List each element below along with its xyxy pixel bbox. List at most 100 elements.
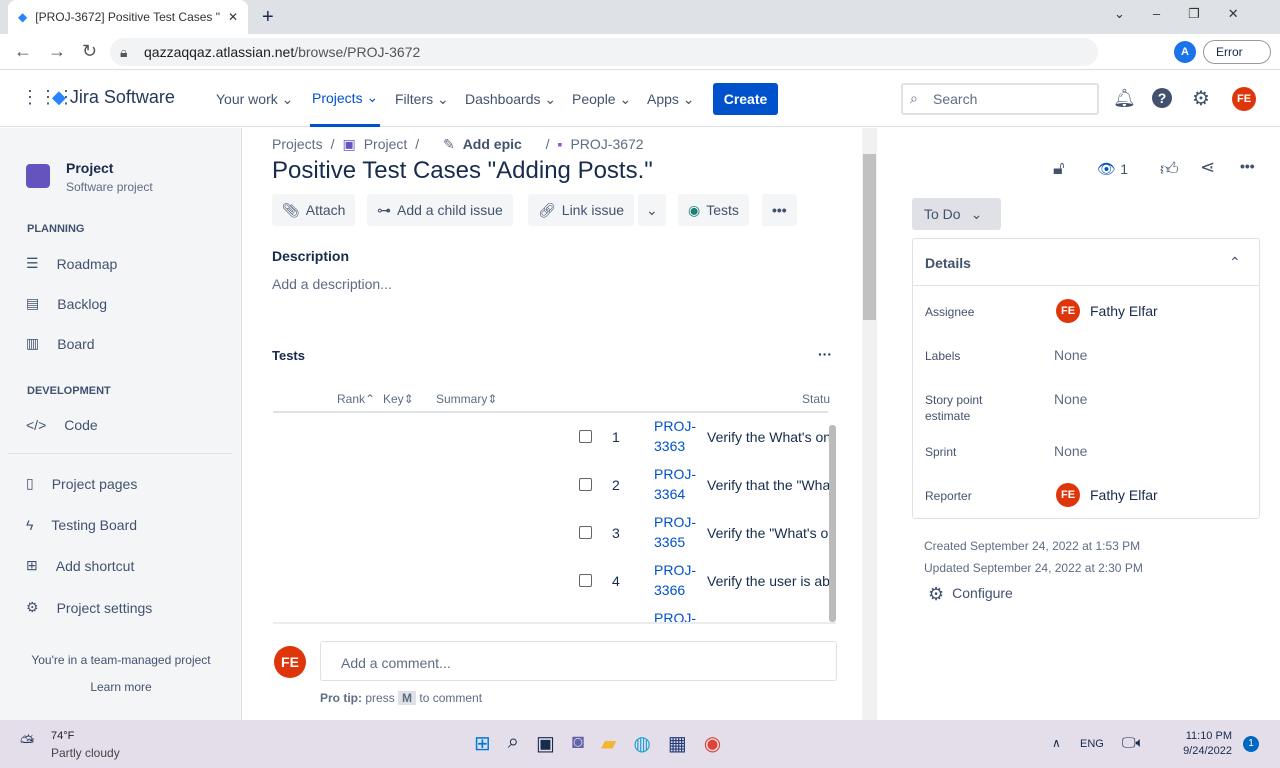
nav-projects[interactable]: Projects ⌄	[310, 71, 381, 127]
table-row[interactable]: 4 PROJ- 3366 Verify the user is able to …	[548, 557, 836, 605]
row-checkbox[interactable]	[579, 574, 592, 587]
profile-avatar[interactable]: A	[1174, 41, 1196, 63]
add-child-issue-button[interactable]: ⊶ Add a child issue	[367, 194, 513, 226]
help-icon[interactable]: ?	[1152, 88, 1172, 108]
notifications-icon[interactable]: 🔔︎	[1113, 88, 1136, 109]
add-epic-link[interactable]: Add epic	[463, 136, 522, 153]
table-row[interactable]: 3 PROJ- 3365 Verify the "What's on your …	[548, 509, 836, 557]
nav-apps[interactable]: Apps ⌄	[647, 71, 695, 127]
close-tab-icon[interactable]: ✕	[228, 10, 238, 24]
weather-text[interactable]: Partly cloudy	[51, 746, 120, 760]
main-scrollbar-thumb[interactable]	[863, 154, 876, 320]
windows-start-icon[interactable]: ⊞	[474, 731, 491, 756]
tests-more-icon[interactable]: ···	[818, 346, 832, 362]
main-scrollbar-track[interactable]	[862, 128, 877, 720]
row-checkbox[interactable]	[579, 526, 592, 539]
row-summary[interactable]: Verify the What's on your mind box is cl…	[707, 429, 836, 445]
edge-icon[interactable]: ◍	[633, 731, 650, 756]
task-view-icon[interactable]: ▣	[536, 731, 555, 756]
row-key-link[interactable]: PROJ- 3366	[654, 560, 696, 600]
temperature[interactable]: 74°F	[51, 730, 74, 742]
sidebar-item-add-shortcut[interactable]: ⊞ Add shortcut	[26, 557, 134, 574]
chrome-icon[interactable]: ◉	[704, 731, 721, 756]
lock-open-icon[interactable]: 🔓︎	[1053, 158, 1065, 179]
issue-title[interactable]: Positive Test Cases "Adding Posts."	[272, 157, 653, 185]
more-actions-button[interactable]: •••	[762, 194, 797, 226]
clock[interactable]: 11:10 PM 9/24/2022	[1176, 730, 1232, 757]
breadcrumb-projects[interactable]: Projects	[272, 136, 323, 153]
field-value[interactable]: None	[1054, 347, 1087, 363]
configure-button[interactable]: ⚙ Configure	[928, 585, 1013, 603]
window-controls[interactable]: ⌄–❐✕	[1114, 6, 1267, 22]
description-input[interactable]: Add a description...	[272, 276, 392, 292]
field-value[interactable]: None	[1054, 443, 1087, 459]
sidebar-item-project-settings[interactable]: ⚙ Project settings	[26, 599, 152, 616]
network-volume-icons[interactable]: 🖵︎🔈︎	[1122, 734, 1144, 751]
nav-people[interactable]: People ⌄	[572, 71, 631, 127]
url-input[interactable]: qazzaqqaz.atlassian.net/browse/PROJ-3672	[110, 38, 1098, 66]
comment-input[interactable]: Add a comment...	[320, 641, 837, 681]
notification-badge[interactable]: 1	[1243, 736, 1259, 752]
breadcrumb-issue-key[interactable]: PROJ-3672	[570, 136, 643, 153]
create-button[interactable]: Create	[713, 83, 778, 115]
table-row[interactable]: 1 PROJ- 3363 Verify the What's on your m…	[548, 413, 836, 461]
field-value[interactable]: Fathy Elfar	[1090, 303, 1158, 319]
tests-button[interactable]: ◉ Tests	[678, 194, 749, 226]
row-key-link[interactable]: PROJ- 3363	[654, 416, 696, 456]
table-scrollbar[interactable]	[829, 425, 836, 622]
nav-filters[interactable]: Filters ⌄	[395, 71, 449, 127]
link-dropdown-button[interactable]: ⌄	[638, 194, 666, 226]
sidebar-item-backlog[interactable]: ▤ Backlog	[26, 295, 107, 312]
teams-chat-icon[interactable]: ◙	[572, 731, 584, 756]
table-row[interactable]: 2 PROJ- 3364 Verify that the "What's on …	[548, 461, 836, 509]
column-key[interactable]: Key⇕	[383, 392, 414, 406]
file-explorer-icon[interactable]: ▰	[601, 731, 616, 756]
like-icon[interactable]: 👍︎	[1160, 158, 1179, 180]
column-status[interactable]: Statu	[802, 392, 830, 406]
link-issue-button[interactable]: 🔗︎ Link issue	[528, 194, 635, 226]
column-rank[interactable]: Rank⌃	[337, 392, 375, 406]
gear-icon: ⚙	[26, 599, 39, 615]
field-value[interactable]: Fathy Elfar	[1090, 487, 1158, 503]
search-input[interactable]: Search	[901, 83, 1099, 115]
table-row[interactable]: PROJ-	[548, 605, 836, 622]
more-icon[interactable]: •••	[1240, 158, 1255, 174]
field-value[interactable]: None	[1054, 391, 1087, 407]
attach-button[interactable]: 📎︎ Attach	[272, 194, 356, 226]
settings-gear-icon[interactable]: ⚙	[1192, 86, 1210, 111]
browser-tab[interactable]: ◆ [PROJ-3672] Positive Test Cases " ✕	[8, 0, 248, 34]
row-summary[interactable]: Verify the user is able to type in "What…	[707, 573, 836, 589]
search-icon[interactable]: ⌕	[508, 731, 519, 756]
project-name[interactable]: Project	[66, 160, 113, 176]
error-button[interactable]: Error	[1203, 40, 1271, 64]
sidebar-item-roadmap[interactable]: ☰ Roadmap	[26, 255, 117, 272]
learn-more-link[interactable]: Learn more	[0, 680, 242, 694]
share-icon[interactable]: ⋖	[1200, 157, 1215, 178]
nav-buttons[interactable]: ←→↻	[14, 41, 113, 62]
breadcrumb-project[interactable]: Project	[364, 136, 408, 153]
watch-button[interactable]: 👁︎ 1	[1097, 160, 1128, 178]
nav-dashboards[interactable]: Dashboards ⌄	[465, 71, 556, 127]
sidebar-item-board[interactable]: ▥ Board	[26, 335, 95, 352]
sidebar-item-project-pages[interactable]: ▯ Project pages	[26, 475, 137, 492]
row-key-link[interactable]: PROJ- 3364	[654, 464, 696, 504]
user-avatar[interactable]: FE	[1232, 87, 1256, 111]
status-dropdown[interactable]: To Do ⌄	[912, 198, 1001, 230]
nav-your-work[interactable]: Your work ⌄	[216, 71, 293, 127]
store-icon[interactable]: ▦	[668, 731, 687, 756]
sidebar-item-code[interactable]: </> Code	[26, 417, 98, 433]
new-tab-button[interactable]: +	[262, 6, 274, 29]
column-summary[interactable]: Summary⇕	[436, 392, 497, 406]
row-key-link[interactable]: PROJ-	[654, 608, 696, 622]
row-checkbox[interactable]	[579, 430, 592, 443]
row-summary[interactable]: Verify that the "What's on your mind?" b…	[707, 477, 836, 493]
language-indicator[interactable]: ENG	[1080, 738, 1104, 750]
row-summary[interactable]: Verify the "What's on your mind?" box is…	[707, 525, 836, 541]
row-checkbox[interactable]	[579, 478, 592, 491]
show-hidden-icons[interactable]: ∧	[1052, 736, 1061, 750]
row-key-link[interactable]: PROJ- 3365	[654, 512, 696, 552]
chevron-up-icon[interactable]: ⌃	[1229, 254, 1241, 271]
details-header[interactable]: Details	[925, 255, 971, 271]
jira-logo[interactable]: ◆ Jira Software	[52, 87, 175, 108]
sidebar-item-testing-board[interactable]: ϟ Testing Board	[26, 517, 137, 533]
